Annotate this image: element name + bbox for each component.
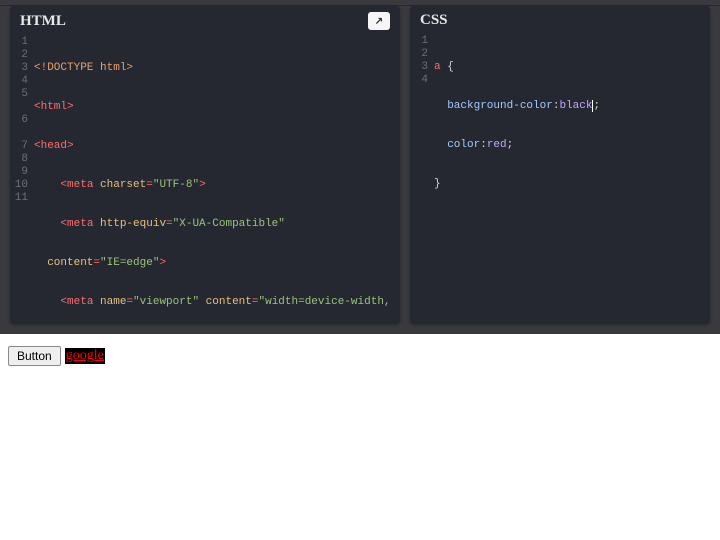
html-editor[interactable]: 1234 5 6 7891011 <!DOCTYPE html> <html> …: [10, 34, 400, 324]
expand-icon: ↗: [375, 16, 383, 27]
css-panel-title: CSS: [420, 12, 448, 29]
html-panel: HTML ↗ 1234 5 6 7891011 <!DOCTYPE html> …: [10, 6, 400, 324]
css-code-area[interactable]: a { background-color:black; color:red; }: [432, 35, 710, 324]
editor-panels: HTML ↗ 1234 5 6 7891011 <!DOCTYPE html> …: [0, 6, 720, 334]
preview-button[interactable]: Button: [8, 346, 61, 366]
css-panel: CSS 1234 a { background-color:black; col…: [410, 6, 710, 324]
preview-link[interactable]: google: [65, 348, 105, 364]
css-editor[interactable]: 1234 a { background-color:black; color:r…: [410, 33, 710, 324]
html-panel-header: HTML ↗: [10, 6, 400, 34]
html-line-gutter: 1234 5 6 7891011: [10, 36, 32, 324]
doctype: <!DOCTYPE html>: [34, 62, 133, 74]
html-code-area[interactable]: <!DOCTYPE html> <html> <head> <meta char…: [32, 36, 400, 324]
expand-panel-button[interactable]: ↗: [368, 12, 390, 30]
css-line-gutter: 1234: [410, 35, 432, 324]
html-panel-title: HTML: [20, 13, 66, 30]
css-panel-header: CSS: [410, 6, 710, 33]
output-preview: Button google: [0, 334, 720, 378]
